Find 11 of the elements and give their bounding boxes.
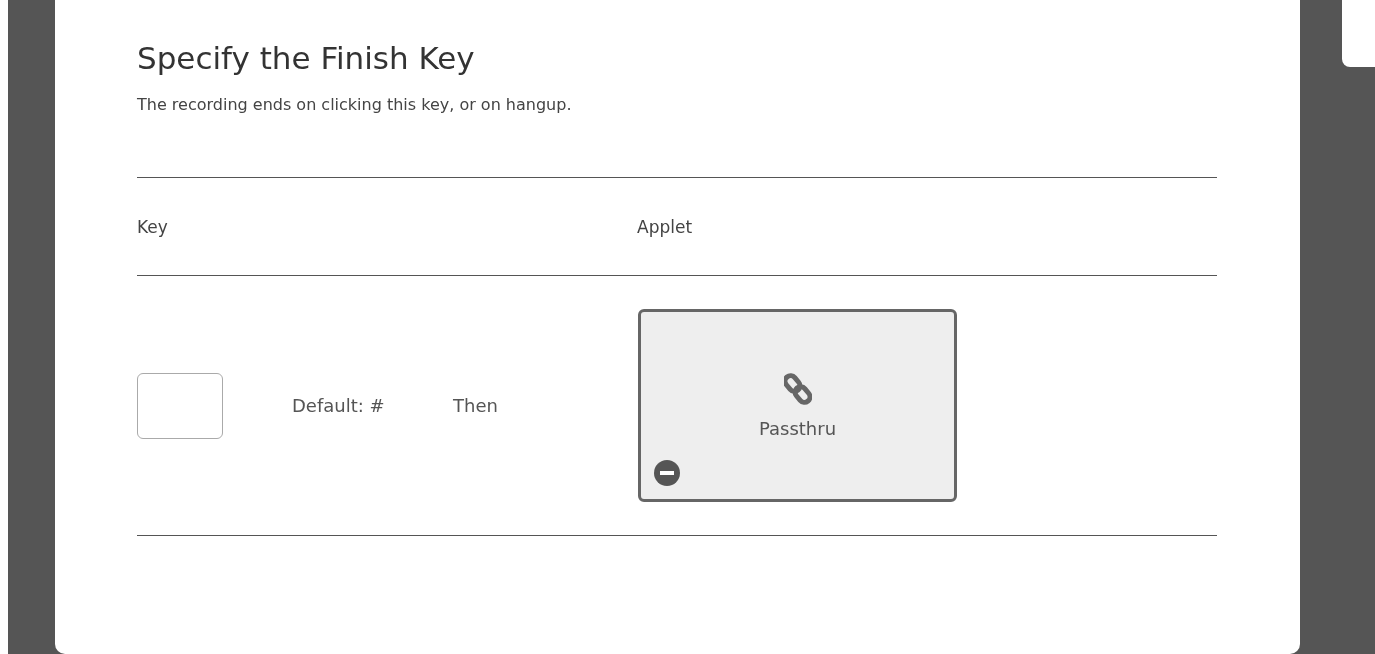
then-label: Then (453, 395, 498, 417)
column-header: Applet (637, 216, 694, 237)
key-input[interactable] (137, 372, 223, 439)
column-header: Key (137, 216, 169, 237)
link-icon (783, 372, 812, 407)
remove-icon[interactable] (654, 460, 680, 487)
applet-tile[interactable]: Passthru (638, 309, 957, 503)
default-label: Default: # (292, 395, 386, 417)
dialog-description: The recording ends on clicking this key, or on hangup. (137, 95, 573, 115)
dialog-title: Specify the Finish Key (137, 40, 476, 78)
applet-name: Passthru (758, 418, 837, 440)
